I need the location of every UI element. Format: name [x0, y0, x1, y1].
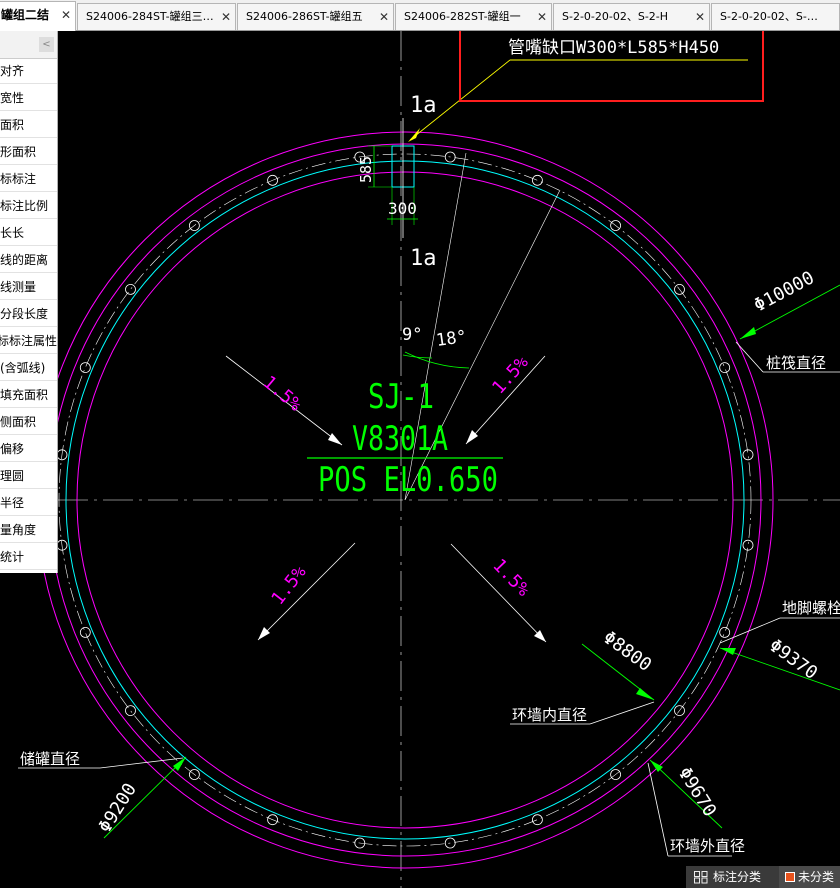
tool-panel-item-label: 标标注 [0, 172, 37, 186]
tool-panel-item-label: 理圆 [0, 469, 25, 483]
tab-label: S24006-284ST-罐组三… [86, 10, 214, 23]
dim-585-text: 585 [357, 156, 375, 183]
label-outer-text: 环墙外直径 [670, 837, 745, 855]
tool-panel-item[interactable]: 理圆 [0, 463, 57, 489]
tool-panel-item[interactable]: 形面积 [0, 139, 57, 165]
tool-panel-item[interactable]: 填充面积 [0, 382, 57, 408]
tool-panel-item[interactable]: 半径 [0, 490, 57, 516]
label-inner-text: 环墙内直径 [512, 706, 587, 724]
tool-panel-item-label: 面积 [0, 118, 25, 132]
angle-18-text: 18° [435, 327, 468, 351]
tab-document-s2-0-20-02-b[interactable]: S-2-0-20-02、S-2-H- [711, 3, 840, 30]
close-icon[interactable]: ✕ [695, 4, 705, 30]
tool-panel-item-label: (含弧线) [0, 361, 46, 375]
tool-panel-item-label: 长长 [0, 226, 25, 240]
tool-panel-item[interactable]: 标标注属性 [0, 328, 57, 354]
tab-document-286st[interactable]: S24006-286ST-罐组五 ✕ [237, 3, 394, 30]
label-bolt-text: 地脚螺栓直 [782, 599, 840, 617]
tool-panel-item[interactable]: 面积 [0, 112, 57, 138]
tool-panel-item[interactable]: 统计 [0, 544, 57, 570]
tool-panel-item-label: 线测量 [0, 280, 37, 294]
close-icon[interactable]: ✕ [379, 4, 389, 30]
tool-panel-item[interactable]: 量角度 [0, 517, 57, 543]
category-color-swatch [785, 872, 795, 882]
close-icon[interactable]: ✕ [61, 2, 71, 28]
category-icon[interactable] [694, 871, 708, 884]
tool-panel-item[interactable]: 线测量 [0, 274, 57, 300]
tool-panel-item-label: 形面积 [0, 145, 37, 159]
cad-drawing-canvas[interactable]: 1a 1a 585 300 管嘴缺口W300*L585*H450 9° 18° … [0, 31, 840, 888]
tool-panel-item-label: 线的距离 [0, 253, 49, 267]
annotation-category-label[interactable]: 标注分类 [713, 866, 761, 888]
tool-panel-item-label: 对齐 [0, 64, 25, 78]
dim-300-text: 300 [388, 199, 417, 218]
collapse-panel-button[interactable]: < [39, 37, 54, 52]
tool-panel-item-label: 宽性 [0, 91, 25, 105]
tool-panel-item-label: 分段长度 [0, 307, 49, 321]
tool-panel-item[interactable]: 标标注 [0, 166, 57, 192]
section-label-top: 1a [410, 93, 437, 118]
tool-panel-item[interactable]: 对齐 [0, 58, 57, 84]
tool-panel-item-label: 填充面积 [0, 388, 49, 402]
tool-panel-item[interactable]: 长长 [0, 220, 57, 246]
tab-label: S24006-282ST-罐组一 [404, 10, 521, 23]
angle-9-text: 9° [402, 325, 422, 345]
category-value: 未分类 [798, 870, 835, 884]
tool-panel-item-label: 标注比例 [0, 199, 49, 213]
panel-header: < [0, 31, 57, 59]
document-tab-bar: 罐组二结 ✕ S24006-284ST-罐组三… ✕ S24006-286ST-… [0, 0, 840, 31]
tool-panel-item-label: 统计 [0, 550, 25, 564]
tool-panel-item-label: 半径 [0, 496, 25, 510]
section-label-bottom: 1a [410, 246, 437, 271]
tool-panel: < 对齐宽性面积形面积标标注标注比例长长线的距离线测量分段长度标标注属性 (含弧线… [0, 31, 58, 573]
tool-panel-item-label: 量角度 [0, 523, 37, 537]
tab-label: 罐组二结 [1, 8, 50, 22]
tool-panel-item-label: 侧面积 [0, 415, 37, 429]
category-selector[interactable]: 未分类 [779, 866, 840, 888]
tab-label: S-2-0-20-02、S-2-H- [720, 10, 821, 23]
tab-label: S24006-286ST-罐组五 [246, 10, 363, 23]
tab-active-document[interactable]: 罐组二结 ✕ [0, 1, 76, 31]
close-icon[interactable]: ✕ [537, 4, 547, 30]
tool-panel-item-label: 偏移 [0, 442, 25, 456]
tool-panel-item[interactable]: 标注比例 [0, 193, 57, 219]
tool-panel-item[interactable]: 偏移 [0, 436, 57, 462]
label-tank-text: 储罐直径 [20, 750, 80, 768]
tab-label: S-2-0-20-02、S-2-H [562, 10, 669, 23]
tab-document-282st[interactable]: S24006-282ST-罐组一 ✕ [395, 3, 552, 30]
tool-panel-item[interactable]: 宽性 [0, 85, 57, 111]
tool-panel-item[interactable]: 侧面积 [0, 409, 57, 435]
title-tag-text: V8301A [352, 419, 448, 459]
tool-panel-item-label: 标标注属性 [0, 334, 57, 348]
tab-document-284st[interactable]: S24006-284ST-罐组三… ✕ [77, 3, 236, 30]
tool-panel-item[interactable]: 线的距离 [0, 247, 57, 273]
tool-panel-item[interactable]: (含弧线) [0, 355, 57, 381]
label-pile-text: 桩筏直径 [766, 354, 826, 372]
callout-text: 管嘴缺口W300*L585*H450 [508, 38, 719, 58]
tab-document-s2-0-20-02-a[interactable]: S-2-0-20-02、S-2-H ✕ [553, 3, 710, 30]
status-bar: 标注分类 未分类 [686, 866, 840, 888]
title-pos-text: POS EL0.650 [318, 460, 498, 500]
close-icon[interactable]: ✕ [221, 4, 231, 30]
tool-panel-item[interactable]: 分段长度 [0, 301, 57, 327]
title-id-text: SJ-1 [368, 377, 434, 417]
